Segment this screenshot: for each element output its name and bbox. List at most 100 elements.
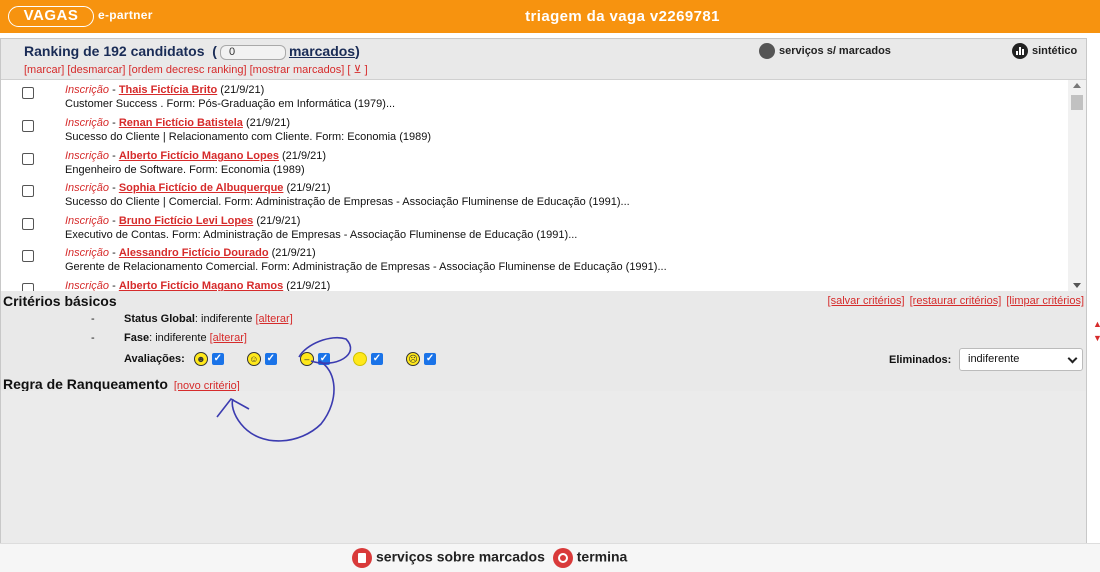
finish-button[interactable]: termina: [552, 548, 628, 568]
fase-alter-link[interactable]: [alterar]: [210, 332, 247, 344]
blank-face-icon: [353, 352, 367, 366]
candidate-date: (21/9/21): [282, 150, 327, 162]
criteria-title: Critérios básicos: [3, 293, 117, 309]
fase-row: - Fase: indiferente [alterar]: [91, 332, 247, 344]
status-global-label: Status Global: [124, 313, 195, 325]
status-alter-link[interactable]: [alterar]: [255, 313, 292, 325]
resize-arrows-icon[interactable]: ▲ ▼: [1093, 317, 1100, 345]
scroll-down-icon[interactable]: [1073, 283, 1081, 288]
clear-criteria-link[interactable]: [limpar critérios]: [1006, 295, 1084, 307]
marked-link[interactable]: marcados: [289, 43, 355, 59]
ranking-title: Ranking de 192 candidatos (0 marcados): [24, 43, 360, 60]
candidate-list[interactable]: Inscrição - Thais Fictícia Brito (21/9/2…: [1, 79, 1086, 291]
synthetic-label: sintético: [1032, 44, 1078, 57]
candidate-description: Engenheiro de Software. Form: Economia (…: [65, 164, 305, 176]
list-item: Inscrição - Alberto Fictício Magano Lope…: [1, 146, 1068, 179]
candidate-date: (21/9/21): [245, 117, 290, 129]
return-icon: [552, 548, 573, 568]
list-item: Inscrição - Sophia Fictício de Albuquerq…: [1, 178, 1068, 211]
candidate-date: (21/9/21): [256, 215, 301, 227]
candidate-checkbox[interactable]: [22, 250, 34, 262]
marked-count-field[interactable]: 0: [219, 44, 286, 60]
finish-label: termina: [576, 548, 628, 565]
candidate-checkbox[interactable]: [22, 120, 34, 132]
candidate-date: (21/9/21): [286, 280, 331, 291]
candidate-checkbox[interactable]: [22, 218, 34, 230]
restore-criteria-link[interactable]: [restaurar critérios]: [910, 295, 1002, 307]
list-item: Inscrição - Renan Fictício Batistela (21…: [1, 113, 1068, 146]
fase-value: : indiferente: [149, 332, 207, 344]
candidate-description: Gerente de Relacionamento Comercial. For…: [65, 261, 667, 273]
neutral-face-icon: –: [299, 352, 314, 366]
footer-bar: serviços sobre marcados termina: [0, 543, 1100, 572]
show-marked-link[interactable]: [mostrar marcados]: [250, 64, 345, 76]
page-title: triagem da vaga v2269781: [525, 8, 720, 25]
criteria-links: [salvar critérios] [restaurar critérios]…: [826, 295, 1084, 307]
eliminated-select[interactable]: indiferente: [959, 348, 1083, 371]
kind-label: Inscrição: [65, 182, 110, 194]
ranking-title-text: Ranking de 192 candidatos: [24, 43, 205, 59]
scroll-thumb[interactable]: [1071, 95, 1083, 110]
filter-toggle-link[interactable]: [ ⊻ ]: [347, 64, 367, 76]
candidate-checkbox[interactable]: [22, 153, 34, 165]
candidate-checkbox[interactable]: [22, 185, 34, 197]
candidate-checkbox[interactable]: [22, 87, 34, 99]
list-item: Inscrição - Alessandro Fictício Dourado …: [1, 243, 1068, 276]
candidate-name-link[interactable]: Renan Fictício Batistela: [119, 117, 243, 129]
candidate-description: Sucesso do Cliente | Comercial. Form: Ad…: [65, 196, 630, 208]
services-marked-button[interactable]: serviços sobre marcados: [352, 548, 545, 568]
eliminated-label: Eliminados:: [889, 354, 952, 366]
kind-label: Inscrição: [65, 247, 110, 259]
services-unmarked-button[interactable]: serviços s/ marcados: [759, 43, 891, 59]
main-panel: Ranking de 192 candidatos (0 marcados) [m…: [0, 38, 1100, 543]
kind-label: Inscrição: [65, 117, 110, 129]
candidate-description: Customer Success . Form: Pós-Graduação e…: [65, 98, 396, 110]
services-marked-label: serviços sobre marcados: [376, 548, 545, 565]
no-evaluation-checkbox[interactable]: ✓: [371, 353, 383, 365]
status-global-value: : indiferente: [194, 313, 253, 325]
candidate-description: Executivo de Contas. Form: Administração…: [65, 229, 578, 241]
ranking-rule-title: Regra de Ranqueamento [novo critério]: [3, 376, 240, 392]
candidate-date: (21/9/21): [271, 247, 316, 259]
ranking-rule-label: Regra de Ranqueamento: [3, 376, 168, 392]
candidate-description: Sucesso do Cliente | Relacionamento com …: [65, 131, 432, 143]
footer-actions: serviços sobre marcados termina: [352, 548, 631, 568]
ranking-actions: [marcar] [desmarcar] [ordem decresc rank…: [24, 63, 368, 76]
kind-label: Inscrição: [65, 280, 110, 291]
kind-label: Inscrição: [65, 84, 110, 96]
sort-desc-link[interactable]: [ordem decresc ranking]: [129, 64, 247, 76]
document-icon: [352, 548, 372, 568]
synthetic-view-button[interactable]: sintético: [1012, 43, 1077, 59]
eliminated-value: indiferente: [968, 353, 1020, 365]
candidate-date: (21/9/21): [286, 182, 331, 194]
candidate-name-link[interactable]: Sophia Fictício de Albuquerque: [119, 182, 284, 194]
mark-link[interactable]: [marcar]: [24, 64, 64, 76]
list-scrollbar[interactable]: [1068, 80, 1086, 291]
save-criteria-link[interactable]: [salvar critérios]: [828, 295, 905, 307]
fase-label: Fase: [124, 332, 150, 344]
candidate-name-link[interactable]: Alessandro Fictício Dourado: [119, 247, 269, 259]
neutral-checkbox[interactable]: ✓: [317, 353, 330, 365]
sad-face-icon: ☹: [406, 352, 421, 366]
evaluations-filter: Avaliações: ☻ ✓ ☺ ✓ – ✓ ✓ ☹ ✓: [124, 352, 450, 366]
candidate-name-link[interactable]: Thais Fictícia Brito: [119, 84, 217, 96]
very-happy-checkbox[interactable]: ✓: [211, 353, 224, 365]
bar-chart-icon: [1012, 43, 1028, 59]
candidate-name-link[interactable]: Bruno Fictício Levi Lopes: [119, 215, 253, 227]
very-happy-face-icon: ☻: [193, 352, 208, 366]
sad-checkbox[interactable]: ✓: [424, 353, 437, 365]
happy-checkbox[interactable]: ✓: [264, 353, 277, 365]
candidate-checkbox[interactable]: [22, 283, 34, 291]
list-item: Inscrição - Bruno Fictício Levi Lopes (2…: [1, 211, 1068, 244]
candidate-name-link[interactable]: Alberto Fictício Magano Ramos: [119, 280, 283, 291]
kind-label: Inscrição: [65, 215, 110, 227]
scroll-up-icon[interactable]: [1073, 83, 1081, 88]
chevron-down-icon: [1067, 353, 1078, 364]
unmark-link[interactable]: [desmarcar]: [67, 64, 125, 76]
ranking-rule-area: [1, 391, 1086, 543]
services-unmarked-label: serviços s/ marcados: [779, 44, 891, 57]
hand-icon: [759, 43, 775, 59]
status-global-row: - Status Global: indiferente [alterar]: [91, 313, 293, 325]
candidate-name-link[interactable]: Alberto Fictício Magano Lopes: [119, 150, 279, 162]
kind-label: Inscrição: [65, 150, 110, 162]
